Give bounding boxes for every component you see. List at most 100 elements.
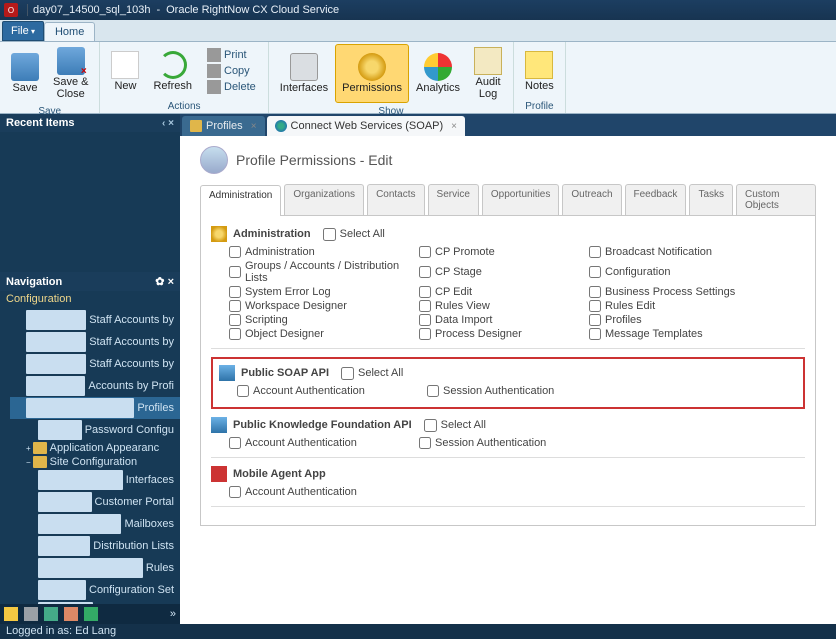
analytics-button[interactable]: Analytics <box>409 44 467 103</box>
copy-button[interactable]: Copy <box>203 63 260 79</box>
nav-item[interactable]: Staff Accounts by <box>10 309 180 331</box>
permission-checkbox[interactable] <box>229 300 241 312</box>
select-all[interactable]: Select All <box>424 419 486 432</box>
perm-tab[interactable]: Organizations <box>284 184 364 215</box>
select-all-checkbox[interactable] <box>341 367 354 380</box>
permission-item[interactable]: Administration <box>229 246 409 258</box>
select-all[interactable]: Select All <box>341 367 403 380</box>
permission-item[interactable] <box>597 385 797 397</box>
nav-tools-icon[interactable] <box>24 607 38 621</box>
document-tab[interactable]: Connect Web Services (SOAP)× <box>267 116 465 136</box>
permission-checkbox[interactable] <box>229 437 241 449</box>
permission-checkbox[interactable] <box>229 246 241 258</box>
permission-checkbox[interactable] <box>427 385 439 397</box>
perm-tab[interactable]: Opportunities <box>482 184 559 215</box>
permission-checkbox[interactable] <box>237 385 249 397</box>
permission-checkbox[interactable] <box>419 314 431 326</box>
nav-item[interactable]: Interfaces <box>10 469 180 491</box>
perm-tab[interactable]: Feedback <box>625 184 687 215</box>
permission-item[interactable]: Profiles <box>589 314 789 326</box>
print-button[interactable]: Print <box>203 47 260 63</box>
nav-settings-icon[interactable]: ✿ × <box>155 275 174 288</box>
interfaces-button[interactable]: Interfaces <box>273 44 335 103</box>
permission-checkbox[interactable] <box>229 286 241 298</box>
nav-green-icon[interactable] <box>44 607 58 621</box>
permission-checkbox[interactable] <box>229 266 241 278</box>
permission-checkbox[interactable] <box>419 437 431 449</box>
nav-sync-icon[interactable] <box>84 607 98 621</box>
perm-tab[interactable]: Administration <box>200 185 281 216</box>
permission-checkbox[interactable] <box>589 328 601 340</box>
nav-item[interactable]: Mailboxes <box>10 513 180 535</box>
notes-button[interactable]: Notes <box>518 44 561 98</box>
refresh-button[interactable]: Refresh <box>146 44 199 98</box>
permission-checkbox[interactable] <box>419 246 431 258</box>
perm-tab[interactable]: Contacts <box>367 184 424 215</box>
nav-item[interactable]: Profiles <box>10 397 180 419</box>
permission-item[interactable]: Account Authentication <box>229 486 409 498</box>
permission-item[interactable]: System Error Log <box>229 286 409 298</box>
permission-checkbox[interactable] <box>589 286 601 298</box>
permission-item[interactable]: Rules View <box>419 300 579 312</box>
nav-item[interactable]: Configuration Set <box>10 579 180 601</box>
permission-item[interactable]: CP Edit <box>419 286 579 298</box>
recent-items-header[interactable]: Recent Items‹ × <box>0 114 180 132</box>
nav-home-icon[interactable] <box>4 607 18 621</box>
tab-close-icon[interactable]: × <box>251 121 257 132</box>
nav-item[interactable]: Message Bases <box>10 601 180 604</box>
permission-item[interactable]: Workspace Designer <box>229 300 409 312</box>
permission-item[interactable]: Account Authentication <box>237 385 417 397</box>
recent-collapse-icon[interactable]: ‹ × <box>162 118 174 129</box>
nav-item[interactable]: Distribution Lists <box>10 535 180 557</box>
permission-item[interactable] <box>589 437 789 449</box>
permission-item[interactable]: CP Promote <box>419 246 579 258</box>
document-tab[interactable]: Profiles× <box>182 116 265 136</box>
permission-checkbox[interactable] <box>229 314 241 326</box>
new-button[interactable]: New <box>104 44 146 98</box>
permission-item[interactable]: Session Authentication <box>427 385 587 397</box>
nav-item[interactable]: Accounts by Profi <box>10 375 180 397</box>
nav-item[interactable]: +Application Appearanc <box>10 441 180 455</box>
permission-item[interactable]: Message Templates <box>589 328 789 340</box>
permission-item[interactable]: Account Authentication <box>229 437 409 449</box>
nav-item[interactable]: Customer Portal <box>10 491 180 513</box>
perm-tab[interactable]: Custom Objects <box>736 184 816 215</box>
home-tab[interactable]: Home <box>44 22 95 41</box>
select-all-checkbox[interactable] <box>424 419 437 432</box>
permission-item[interactable]: Rules Edit <box>589 300 789 312</box>
save-button[interactable]: Save <box>4 44 46 103</box>
permission-item[interactable]: Object Designer <box>229 328 409 340</box>
permission-checkbox[interactable] <box>419 286 431 298</box>
navigation-header[interactable]: Navigation✿ × <box>0 272 180 291</box>
perm-tab[interactable]: Tasks <box>689 184 733 215</box>
nav-item[interactable]: Password Configu <box>10 419 180 441</box>
permission-item[interactable]: CP Stage <box>419 260 579 284</box>
permission-item[interactable] <box>419 486 579 498</box>
permission-item[interactable]: Process Designer <box>419 328 579 340</box>
save-close-button[interactable]: Save & Close <box>46 44 95 103</box>
permission-checkbox[interactable] <box>419 328 431 340</box>
select-all[interactable]: Select All <box>323 228 385 241</box>
tab-close-icon[interactable]: × <box>451 121 457 132</box>
perm-tab[interactable]: Outreach <box>562 184 621 215</box>
nav-item[interactable]: Rules <box>10 557 180 579</box>
permission-checkbox[interactable] <box>419 300 431 312</box>
delete-button[interactable]: Delete <box>203 79 260 95</box>
nav-item[interactable]: −Site Configuration <box>10 455 180 469</box>
permission-checkbox[interactable] <box>229 486 241 498</box>
permission-item[interactable] <box>589 486 789 498</box>
select-all-checkbox[interactable] <box>323 228 336 241</box>
permission-checkbox[interactable] <box>589 300 601 312</box>
nav-mail-icon[interactable] <box>64 607 78 621</box>
permission-item[interactable]: Data Import <box>419 314 579 326</box>
permission-item[interactable]: Business Process Settings <box>589 286 789 298</box>
permissions-button[interactable]: Permissions <box>335 44 409 103</box>
permission-checkbox[interactable] <box>419 266 431 278</box>
permission-checkbox[interactable] <box>229 328 241 340</box>
nav-item[interactable]: Staff Accounts by <box>10 331 180 353</box>
audit-log-button[interactable]: Audit Log <box>467 44 509 103</box>
file-menu[interactable]: File <box>2 21 44 41</box>
permission-checkbox[interactable] <box>589 314 601 326</box>
permission-item[interactable]: Configuration <box>589 260 789 284</box>
permission-item[interactable]: Session Authentication <box>419 437 579 449</box>
